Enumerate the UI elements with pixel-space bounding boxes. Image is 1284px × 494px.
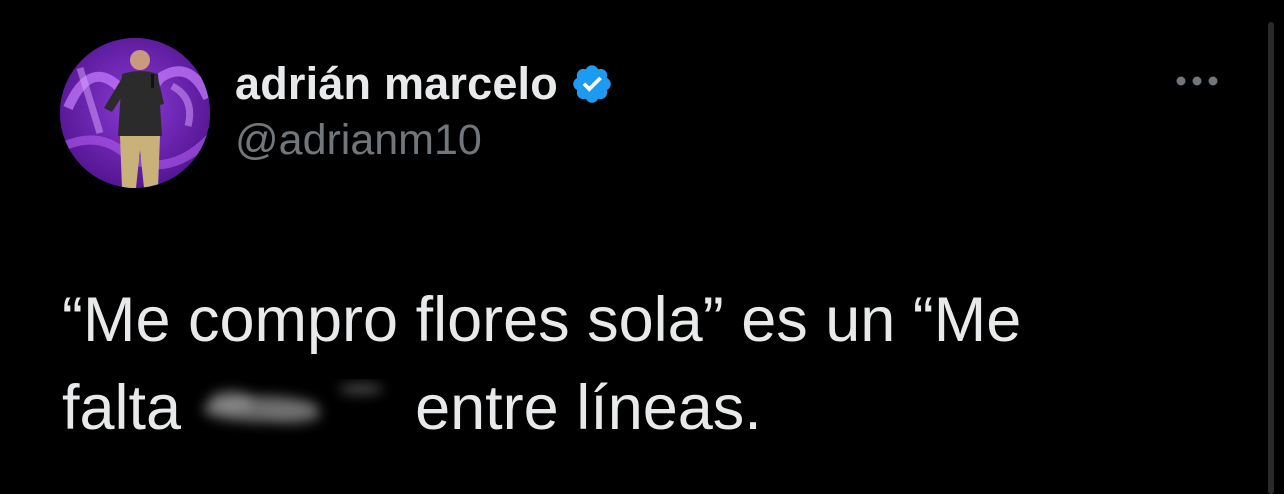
tweet-text-line-2-start: falta <box>62 373 182 443</box>
tweet-author: adrián marcelo @adrianm10 <box>235 56 614 165</box>
scrollbar[interactable] <box>1268 22 1274 494</box>
author-handle[interactable]: @adrianm10 <box>235 116 614 165</box>
verified-badge-icon <box>570 62 614 106</box>
author-display-name[interactable]: adrián marcelo <box>235 58 558 110</box>
tweet-text: “Me compro flores sola” es un “Me falta … <box>62 276 1242 452</box>
author-name-row: adrián marcelo <box>235 56 614 112</box>
tweet-text-line-2: falta entre líneas. <box>62 364 1242 452</box>
tweet-text-line-1: “Me compro flores sola” es un “Me <box>62 285 1022 355</box>
avatar-photo <box>60 38 210 188</box>
more-horizontal-icon <box>1176 76 1218 86</box>
tweet-text-line-2-end: entre líneas. <box>415 373 762 443</box>
redacted-word-blur <box>191 379 409 435</box>
avatar[interactable] <box>60 38 210 188</box>
tweet: adrián marcelo @adrianm10 “Me compro flo… <box>0 0 1284 494</box>
more-options-button[interactable] <box>1170 64 1224 98</box>
